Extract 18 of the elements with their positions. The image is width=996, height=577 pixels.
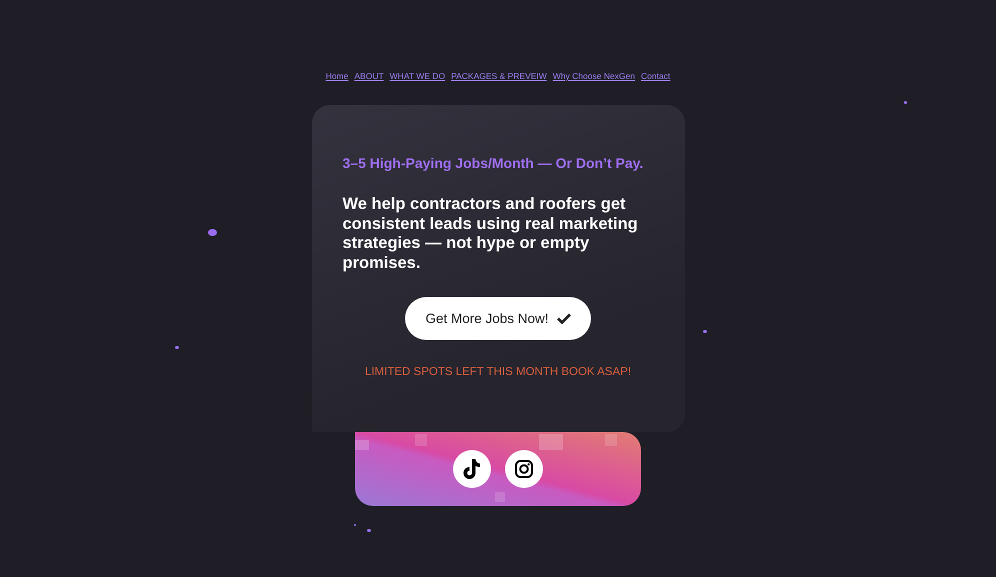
particle-dot (703, 330, 707, 333)
particle-dot (208, 229, 217, 236)
particle-dot (175, 346, 179, 349)
cta-button[interactable]: Get More Jobs Now! (405, 297, 591, 340)
notice-text: LIMITED SPOTS LEFT THIS MONTH BOOK ASAP! (364, 366, 632, 378)
nav-link[interactable]: Home (326, 71, 348, 81)
particle-dot (367, 529, 371, 532)
instagram-icon (514, 459, 534, 479)
nav-link[interactable]: PACKAGES & PREVEIW (451, 71, 547, 81)
nav-link[interactable]: ABOUT (354, 71, 384, 81)
tiktok-icon (462, 458, 482, 480)
nav-link[interactable]: WHAT WE DO (390, 71, 446, 81)
headline: We help contractors and roofers get consistent leads using real marketing strategies — not hype or empty promises. (342, 195, 639, 273)
check-icon (556, 313, 571, 324)
nav-link[interactable]: Contact (641, 71, 670, 81)
nav-link[interactable]: Why Choose NexGen (552, 71, 635, 81)
tagline: 3–5 High-Paying Jobs/Month — Or Don’t Pay. (342, 155, 644, 171)
particle-dot (904, 101, 907, 104)
